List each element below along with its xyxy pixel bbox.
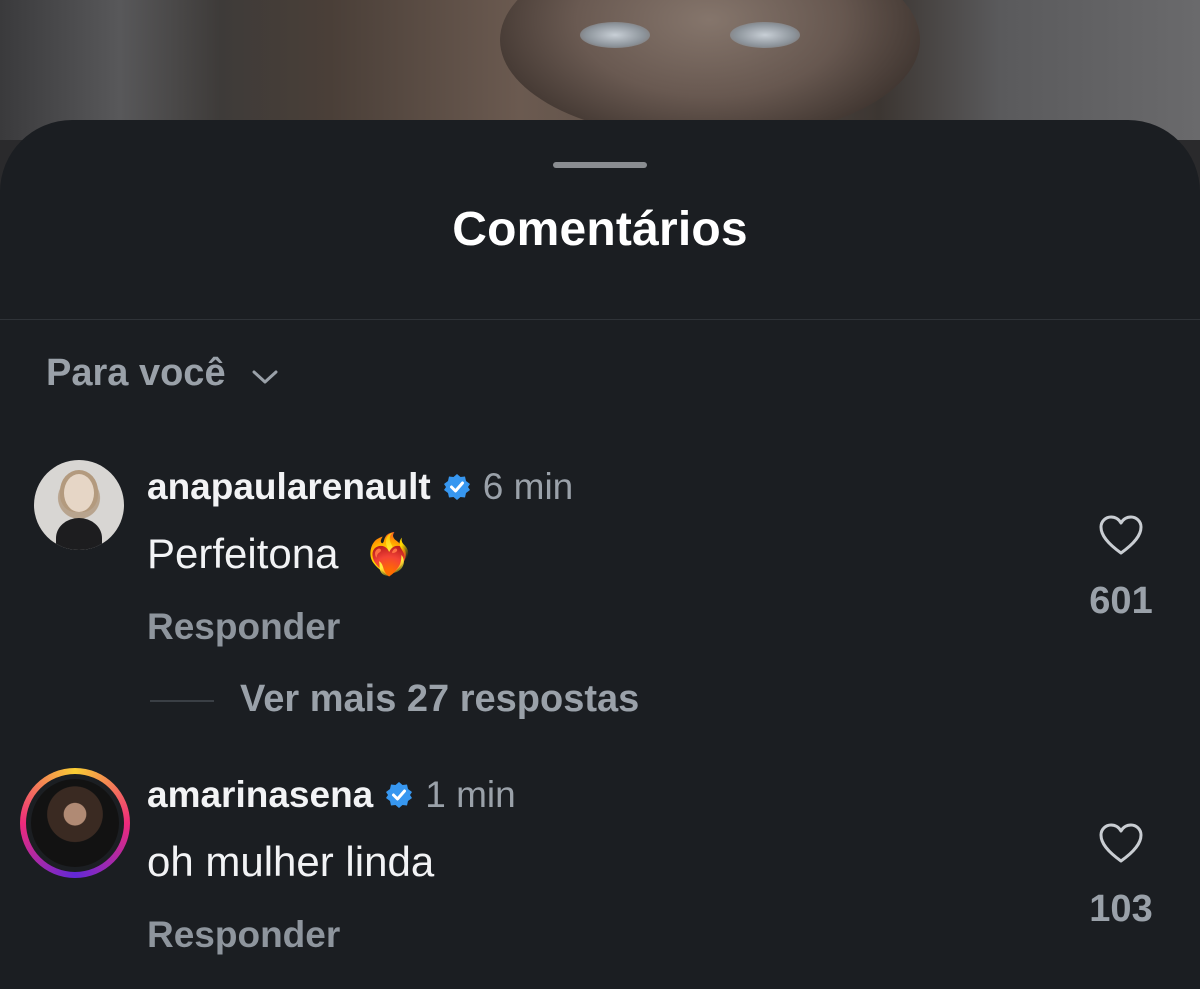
like-count: 601 xyxy=(1089,580,1153,622)
verified-badge-icon xyxy=(385,781,413,809)
sheet-title: Comentários xyxy=(452,203,748,256)
view-more-replies-button[interactable]: Ver mais 27 respostas xyxy=(240,678,639,721)
avatar-face xyxy=(64,474,94,512)
avatar-story-ring[interactable] xyxy=(20,768,130,878)
comment-header: amarinasena 1 min xyxy=(147,774,516,816)
avatar-ring-gap xyxy=(26,774,124,872)
avatar[interactable] xyxy=(34,460,124,550)
avatar-body xyxy=(56,518,102,550)
background-video-frame xyxy=(0,0,1200,140)
like-button[interactable] xyxy=(1071,514,1171,561)
comment-text-body: Perfeitona xyxy=(147,530,339,577)
chevron-down-icon xyxy=(250,359,280,389)
comment-time: 1 min xyxy=(425,774,516,815)
reply-button[interactable]: Responder xyxy=(147,606,340,648)
header-divider xyxy=(0,319,1200,320)
sort-label: Para você xyxy=(46,352,226,394)
replies-divider-line xyxy=(150,700,214,702)
comment-username[interactable]: anapaularenault xyxy=(147,466,431,508)
comment-text: oh mulher linda xyxy=(147,838,435,885)
verified-badge-icon xyxy=(443,473,471,501)
background-eye-right xyxy=(730,22,800,48)
heart-icon xyxy=(1098,823,1144,868)
like-count: 103 xyxy=(1089,888,1153,930)
like-button[interactable] xyxy=(1071,822,1171,869)
heart-on-fire-emoji: ❤️‍🔥 xyxy=(364,533,414,577)
comment-text: Perfeitona ❤️‍🔥 xyxy=(147,530,414,578)
reply-button[interactable]: Responder xyxy=(147,914,340,956)
sheet-grabber[interactable] xyxy=(553,162,647,168)
avatar xyxy=(31,779,119,867)
background-eye-left xyxy=(580,22,650,48)
sort-dropdown[interactable]: Para você xyxy=(46,352,280,395)
comment-header: anapaularenault 6 min xyxy=(147,466,573,508)
comment-username[interactable]: amarinasena xyxy=(147,774,373,816)
heart-icon xyxy=(1098,515,1144,560)
comments-sheet: Comentários Para você anapaularenault 6 … xyxy=(0,120,1200,989)
comment-time: 6 min xyxy=(482,466,574,507)
background-face xyxy=(500,0,920,140)
